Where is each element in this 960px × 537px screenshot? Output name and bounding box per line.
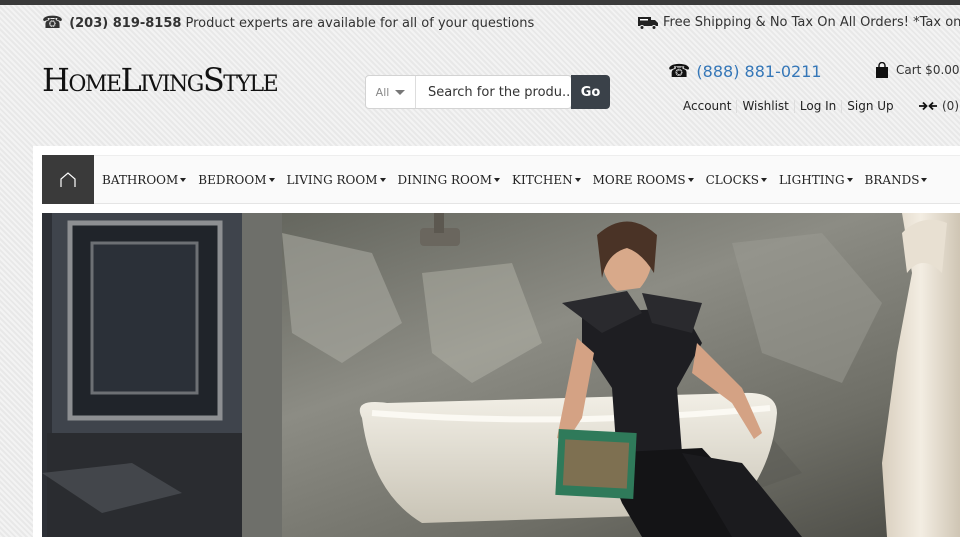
compare-arrows-icon [919,101,937,111]
home-button[interactable] [42,155,94,204]
main-nav: BATHROOM BEDROOM LIVING ROOM DINING ROOM… [42,155,960,204]
caret-down-icon [379,177,386,182]
caret-down-icon [760,177,767,182]
phone-icon: ☎ [42,13,64,33]
info-bar: ☎ (203) 819-8158 Product experts are ava… [0,5,960,41]
compare-link[interactable]: (0) [918,99,959,113]
hero-image [42,213,960,537]
caret-down-icon [494,177,501,182]
wishlist-link[interactable]: Wishlist [742,99,788,113]
signup-link[interactable]: Sign Up [847,99,893,113]
caret-down-icon [921,177,928,182]
shopping-bag-icon [876,62,888,78]
search-category-select[interactable]: All [366,76,416,108]
account-link[interactable]: Account [683,99,731,113]
support-message: Product experts are available for all of… [185,16,535,31]
search-bar: All Go [365,75,610,109]
hero-banner[interactable] [42,213,960,537]
nav-item-more-rooms[interactable]: MORE ROOMS [593,173,694,187]
divider [841,99,843,113]
nav-item-lighting[interactable]: LIGHTING [779,173,853,187]
account-links: Account Wishlist Log In Sign Up [683,99,894,113]
support-phone[interactable]: (203) 819-8158 [69,16,181,31]
nav-item-kitchen[interactable]: KITCHEN [512,173,581,187]
caret-down-icon [268,177,275,182]
compare-count: (0) [942,99,959,113]
caret-down-icon [180,177,187,182]
sales-phone-number[interactable]: (888) 881-0211 [696,62,821,81]
divider [793,99,795,113]
nav-item-brands[interactable]: BRANDS [865,173,928,187]
phone-icon: ☎ [668,61,691,82]
home-icon [60,171,76,187]
caret-down-icon [846,177,853,182]
cart-total: Cart $0.00 [896,63,960,77]
nav-item-clocks[interactable]: CLOCKS [706,173,767,187]
divider [736,99,738,113]
truck-icon [638,16,658,30]
support-info: ☎ (203) 819-8158 Product experts are ava… [42,15,534,32]
nav-item-bathroom[interactable]: BATHROOM [102,173,187,187]
search-go-button[interactable]: Go [571,75,610,109]
caret-down-icon [574,177,581,182]
nav-item-dining-room[interactable]: DINING ROOM [398,173,501,187]
nav-item-living-room[interactable]: LIVING ROOM [287,173,386,187]
nav-item-bedroom[interactable]: BEDROOM [198,173,275,187]
search-category-label: All [375,85,390,99]
search-input[interactable] [416,76,571,108]
site-logo[interactable]: HOMELIVINGSTYLE [42,64,279,96]
chevron-down-icon [395,89,406,95]
login-link[interactable]: Log In [800,99,836,113]
cart-link[interactable]: Cart $0.00 [875,62,960,78]
caret-down-icon [687,177,694,182]
shipping-message: Free Shipping & No Tax On All Orders! *T… [663,15,960,30]
shipping-info: Free Shipping & No Tax On All Orders! *T… [638,15,960,30]
sales-phone[interactable]: ☎ (888) 881-0211 [668,61,822,82]
nav-items: BATHROOM BEDROOM LIVING ROOM DINING ROOM… [102,173,939,187]
